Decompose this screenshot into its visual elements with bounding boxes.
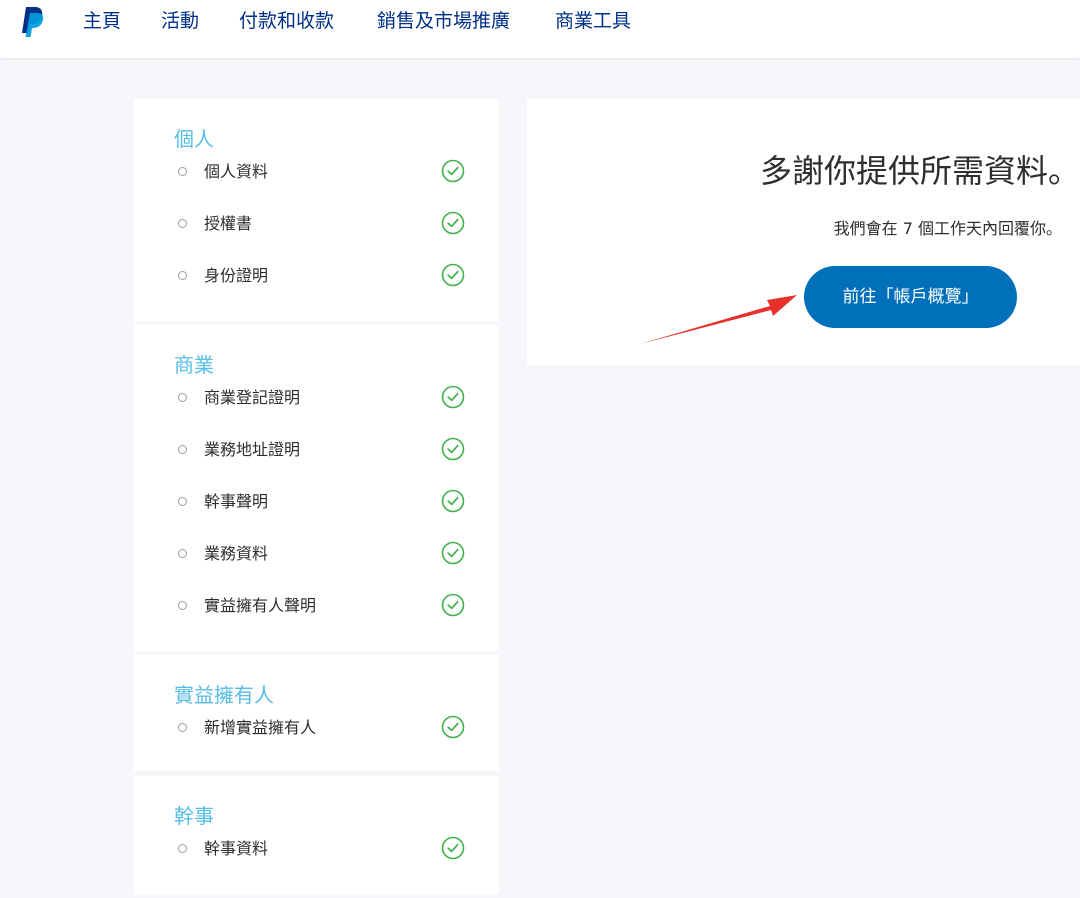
top-navigation-bar: 主頁 活動 付款和收款 銷售及市場推廣 商業工具 [0,0,1080,58]
section-officers: 幹事 幹事資料 [134,776,499,894]
check-circle-icon [441,715,465,739]
item-label: 個人資料 [204,162,269,181]
bullet-icon [178,497,187,506]
list-item[interactable]: 商業登記證明 [134,384,499,414]
check-circle-icon [441,836,465,860]
item-label: 幹事資料 [204,839,269,858]
confirmation-message: 我們會在 7 個工作天內回覆你。 [833,219,1062,238]
nav-marketing[interactable]: 銷售及市場推廣 [377,9,510,33]
list-item[interactable]: 個人資料 [134,158,499,188]
list-item[interactable]: 幹事資料 [134,835,499,865]
section-business: 商業 商業登記證明 業務地址證明 幹事聲明 業務資料 實益擁有人聲明 [134,325,499,651]
list-item[interactable]: 業務地址證明 [134,436,499,466]
nav-activity[interactable]: 活動 [161,9,199,33]
check-circle-icon [441,437,465,461]
item-label: 業務資料 [204,544,269,563]
item-label: 授權書 [204,214,253,233]
bullet-icon [178,271,187,280]
check-circle-icon [441,541,465,565]
list-item[interactable]: 業務資料 [134,540,499,570]
item-label: 身份證明 [204,266,269,285]
bullet-icon [178,601,187,610]
check-circle-icon [441,593,465,617]
check-circle-icon [441,489,465,513]
nav-business-tools[interactable]: 商業工具 [555,9,631,33]
confirmation-heading: 多謝你提供所需資料。 [759,152,1080,190]
item-label: 業務地址證明 [204,440,301,459]
list-item[interactable]: 幹事聲明 [134,488,499,518]
item-label: 商業登記證明 [204,388,301,407]
bullet-icon [178,549,187,558]
list-item[interactable]: 新增實益擁有人 [134,714,499,744]
go-to-account-overview-button[interactable]: 前往「帳戶概覽」 [804,266,1017,328]
bullet-icon [178,723,187,732]
list-item[interactable]: 授權書 [134,210,499,240]
section-personal: 個人 個人資料 授權書 身份證明 [134,99,499,321]
check-circle-icon [441,159,465,183]
list-item[interactable]: 實益擁有人聲明 [134,592,499,622]
check-circle-icon [441,385,465,409]
item-label: 新增實益擁有人 [204,718,317,737]
bullet-icon [178,219,187,228]
bullet-icon [178,393,187,402]
list-item[interactable]: 身份證明 [134,262,499,292]
paypal-logo-icon[interactable] [20,6,44,38]
bullet-icon [178,445,187,454]
nav-pay-and-get-paid[interactable]: 付款和收款 [239,9,334,33]
confirmation-panel: 多謝你提供所需資料。 我們會在 7 個工作天內回覆你。 前往「帳戶概覽」 [527,99,1080,365]
nav-home[interactable]: 主頁 [83,9,121,33]
item-label: 幹事聲明 [204,492,269,511]
item-label: 實益擁有人聲明 [204,596,317,615]
section-title: 幹事 [174,804,214,828]
check-circle-icon [441,211,465,235]
section-title: 商業 [174,353,214,377]
bullet-icon [178,844,187,853]
section-title: 個人 [174,127,214,151]
bullet-icon [178,167,187,176]
section-title: 實益擁有人 [174,683,274,707]
check-circle-icon [441,263,465,287]
section-beneficial-owners: 實益擁有人 新增實益擁有人 [134,655,499,771]
